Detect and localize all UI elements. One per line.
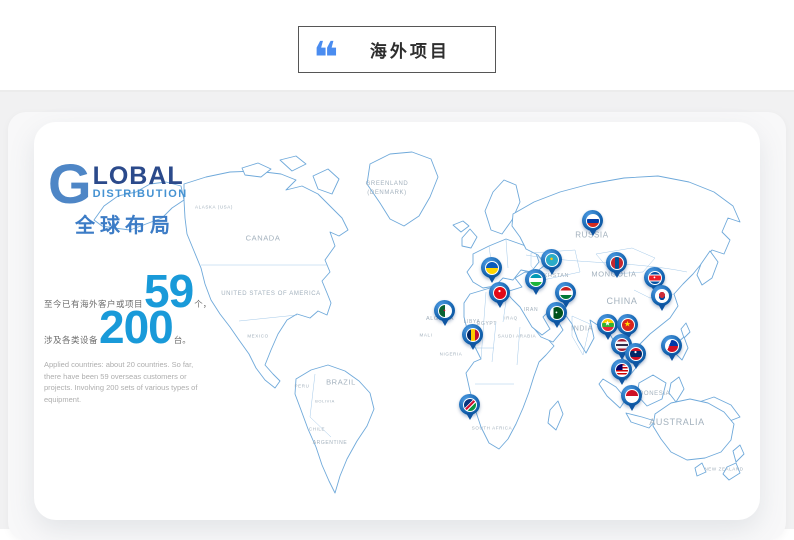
map-pin-russia bbox=[582, 210, 603, 231]
stat-equipment-number: 200 bbox=[99, 304, 173, 350]
mongolia-flag-icon bbox=[610, 256, 624, 270]
myanmar-flag-icon: ★ bbox=[601, 318, 615, 332]
kazakhstan-flag-icon: ● bbox=[545, 253, 559, 267]
map-pin-ukraine bbox=[481, 257, 502, 278]
logo-distribution: DISTRIBUTION bbox=[93, 188, 188, 200]
map-label-new-zealand: NEW ZEALAND bbox=[704, 467, 743, 472]
map-pin-philippines bbox=[661, 335, 682, 356]
map-pin-mongolia bbox=[606, 252, 627, 273]
stats-english-text: Applied countries: about 20 countries. S… bbox=[44, 359, 204, 406]
stat-equipment-unit: 台。 bbox=[174, 334, 191, 346]
map-label-peru: PERU bbox=[295, 384, 310, 389]
map-pin-algeria: ● bbox=[434, 300, 455, 321]
philippines-flag-icon bbox=[665, 339, 679, 353]
stats-block: 至今已有海外客户或项目 59 个， 涉及各类设备 200 台。 Applied … bbox=[44, 268, 216, 406]
page: ❝ 海外项目 bbox=[0, 0, 794, 529]
map-label-mexico: MEXICO bbox=[247, 334, 268, 339]
map-label-bolivia: BOLIVIA bbox=[315, 399, 335, 404]
quote-icon: ❝ bbox=[313, 49, 339, 69]
header-band: ❝ 海外项目 bbox=[0, 0, 794, 92]
map-pin-myanmar: ★ bbox=[597, 314, 618, 335]
global-distribution-logo: G LOBAL DISTRIBUTION 全球布局 bbox=[48, 162, 188, 238]
map-label--denmark-: (DENMARK) bbox=[367, 190, 406, 196]
map-label-greenland: GREENLAND bbox=[366, 181, 409, 187]
map-pin-pakistan: ● bbox=[546, 302, 567, 323]
stat-projects-unit: 个， bbox=[194, 298, 211, 310]
chad-flag-icon bbox=[466, 328, 480, 342]
map-label-china: CHINA bbox=[606, 296, 637, 306]
section-title: 海外项目 bbox=[339, 37, 481, 62]
map-label-iran: IRAN bbox=[524, 307, 538, 313]
map-pin-kazakhstan: ● bbox=[541, 249, 562, 270]
tajikistan-flag-icon bbox=[559, 286, 573, 300]
logo-chinese: 全球布局 bbox=[75, 209, 188, 238]
map-pin-malaysia bbox=[611, 359, 632, 380]
ukraine-flag-icon bbox=[485, 261, 499, 275]
map-label-alaska-usa-: ALASKA (USA) bbox=[195, 205, 233, 210]
map-label-iraq: IRAQ bbox=[504, 316, 517, 321]
pakistan-flag-icon: ● bbox=[550, 306, 564, 320]
indonesia-flag-icon bbox=[625, 389, 639, 403]
map-pin-vietnam: ★ bbox=[617, 314, 638, 335]
map-label-india: INDIA bbox=[571, 326, 593, 333]
map-pin-uzbekistan bbox=[525, 269, 546, 290]
section-title-box: ❝ 海外项目 bbox=[298, 26, 496, 73]
map-label-chile: CHILE bbox=[309, 427, 325, 432]
map-pin-south-korea bbox=[651, 285, 672, 306]
map-label-egypt: EGYPT bbox=[477, 321, 497, 327]
map-label-mali: MALI bbox=[420, 333, 433, 338]
stat-equipment-label: 涉及各类设备 bbox=[44, 334, 98, 346]
map-pin-chad bbox=[462, 324, 483, 345]
logo-letter-g: G bbox=[48, 162, 92, 206]
map-label-saudi-arabia: SAUDI ARABIA bbox=[498, 334, 536, 339]
map-pin-namibia bbox=[459, 394, 480, 415]
uzbekistan-flag-icon bbox=[529, 273, 543, 287]
north-korea-flag-icon: ● bbox=[648, 271, 662, 285]
south-korea-flag-icon bbox=[655, 289, 669, 303]
world-map-card: G LOBAL DISTRIBUTION 全球布局 至今已有海外客户或项目 59… bbox=[34, 122, 760, 520]
map-pin-tajikistan bbox=[555, 282, 576, 303]
map-label-argentine: ARGENTINE bbox=[313, 440, 348, 446]
map-label-nigeria: NIGERIA bbox=[440, 352, 463, 357]
map-pin-turkey: ● bbox=[489, 282, 510, 303]
algeria-flag-icon: ● bbox=[438, 304, 452, 318]
map-label-canada: CANADA bbox=[246, 234, 281, 243]
logo-lobal: LOBAL bbox=[93, 164, 188, 188]
russia-flag-icon bbox=[586, 214, 600, 228]
namibia-flag-icon bbox=[463, 398, 477, 412]
map-pin-indonesia bbox=[621, 385, 642, 406]
map-label-united-states-of-america: UNITED STATES OF AMERICA bbox=[221, 291, 321, 297]
map-label-australia: AUSTRALIA bbox=[649, 417, 704, 427]
malaysia-flag-icon bbox=[615, 363, 629, 377]
map-label-brazil: BRAZIL bbox=[326, 378, 356, 387]
map-label-south-africa: SOUTH AFRICA bbox=[472, 426, 512, 431]
turkey-flag-icon: ● bbox=[493, 286, 507, 300]
vietnam-flag-icon: ★ bbox=[621, 318, 635, 332]
laos-flag-icon: ● bbox=[629, 347, 643, 361]
